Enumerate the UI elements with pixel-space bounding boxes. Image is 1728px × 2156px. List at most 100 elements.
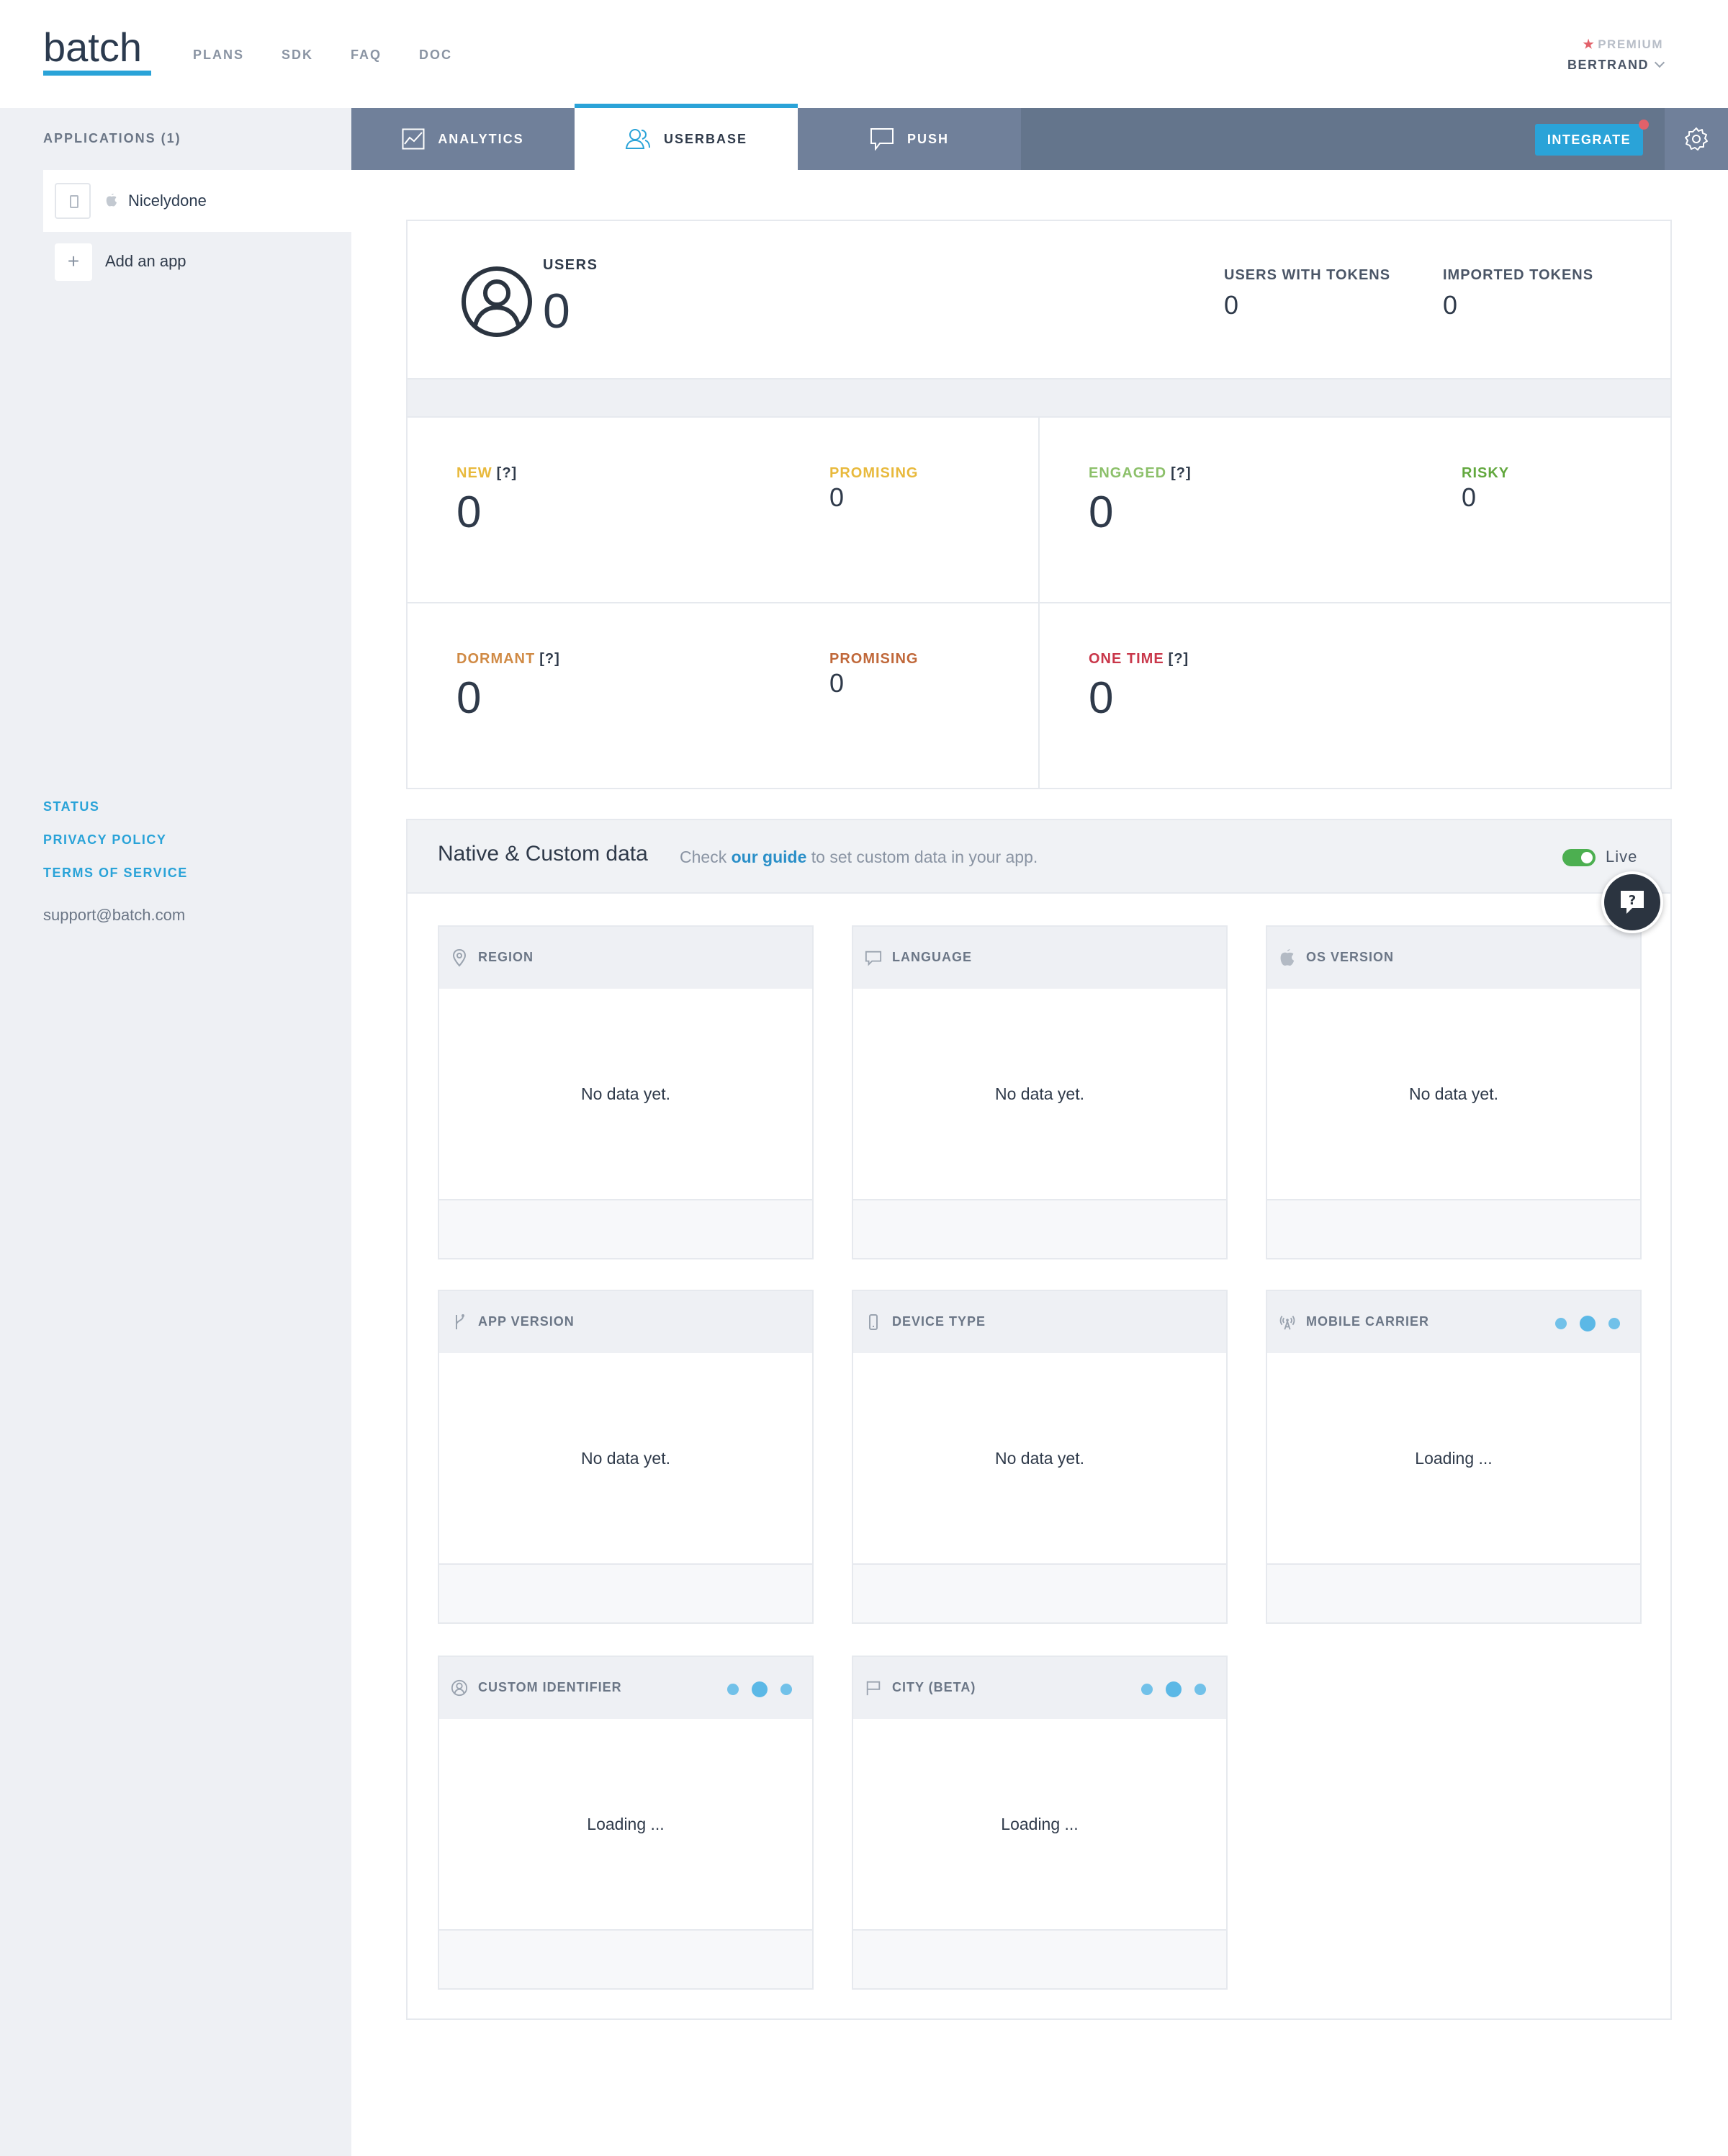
segment-new-label: NEW [?]: [456, 465, 517, 482]
username-label: BERTRAND: [1567, 58, 1649, 72]
segment-dormant-promising-label: PROMISING: [829, 651, 919, 667]
native-custom-data-card: Native & Custom data Check our guide to …: [406, 819, 1672, 2020]
nav-plans[interactable]: PLANS: [193, 48, 244, 63]
loading-dot: [752, 1681, 768, 1697]
chevron-down-icon: [1654, 57, 1665, 68]
flag-icon: [866, 1681, 881, 1696]
segment-dormant-value: 0: [456, 673, 482, 723]
plus-icon: +: [67, 250, 80, 272]
help-link[interactable]: [?]: [497, 465, 518, 481]
antenna-icon: [1279, 1316, 1295, 1330]
subtitle-suffix: to set custom data in your app.: [811, 848, 1038, 866]
panel-footer: [853, 1929, 1226, 1988]
panel-os-version: OS VERSION No data yet.: [1266, 925, 1642, 1259]
panel-header: OS VERSION: [1267, 927, 1640, 989]
top-header: batch PLANS SDK FAQ DOC ★ PREMIUM BERTRAN…: [0, 0, 1728, 108]
imported-tokens-label: IMPORTED TOKENS: [1443, 267, 1594, 283]
loading-dot: [1166, 1681, 1182, 1697]
support-email[interactable]: support@batch.com: [43, 906, 185, 925]
status-link[interactable]: STATUS: [43, 799, 188, 814]
integrate-button[interactable]: INTEGRATE: [1535, 124, 1643, 156]
new-label-text: NEW: [456, 465, 492, 481]
tab-analytics[interactable]: ANALYTICS: [351, 108, 575, 170]
terms-of-service-link[interactable]: TERMS OF SERVICE: [43, 866, 188, 881]
native-data-subtitle: Check our guide to set custom data in yo…: [680, 848, 1038, 867]
sidebar-item-app[interactable]: Nicelydone: [43, 170, 351, 232]
loading-indicator: [727, 1681, 792, 1697]
pin-icon: [452, 948, 467, 967]
loading-dot: [1580, 1316, 1596, 1331]
add-app-label[interactable]: Add an app: [105, 252, 186, 271]
question-bubble-icon: ?: [1621, 891, 1644, 914]
batch-logo[interactable]: batch: [43, 24, 142, 71]
settings-button[interactable]: [1665, 108, 1728, 170]
tab-push-label: PUSH: [906, 131, 949, 146]
top-nav: PLANS SDK FAQ DOC: [193, 48, 490, 63]
phone-icon: [70, 195, 78, 208]
panel-body: No data yet.: [580, 1084, 671, 1103]
segment-engaged: ENGAGED [?] 0 RISKY 0: [1040, 418, 1672, 603]
users-count: 0: [543, 284, 570, 338]
segment-new-value: 0: [456, 488, 482, 537]
panel-title: OS VERSION: [1306, 950, 1395, 964]
users-with-tokens-count: 0: [1224, 290, 1239, 320]
user-circle-icon: [462, 266, 532, 337]
nav-faq[interactable]: FAQ: [351, 48, 382, 63]
segment-promising-value: 0: [829, 482, 845, 512]
privacy-policy-link[interactable]: PRIVACY POLICY: [43, 832, 188, 848]
nav-doc[interactable]: DOC: [419, 48, 452, 63]
segment-one-time-value: 0: [1089, 673, 1114, 723]
gear-icon: [1685, 127, 1708, 151]
our-guide-link[interactable]: our guide: [732, 848, 807, 866]
panel-custom-identifier: CUSTOM IDENTIFIER Loading ...: [438, 1656, 814, 1990]
username[interactable]: BERTRAND: [1567, 57, 1665, 73]
one-time-label-text: ONE TIME: [1089, 651, 1164, 667]
tab-userbase-label: USERBASE: [663, 131, 748, 146]
star-icon: ★: [1583, 37, 1596, 51]
engaged-label-text: ENGAGED: [1089, 465, 1167, 481]
segment-one-time-label: ONE TIME [?]: [1089, 651, 1189, 668]
loading-dot: [1141, 1684, 1153, 1695]
native-data-title: Native & Custom data: [438, 842, 648, 866]
help-chat-button[interactable]: ?: [1601, 871, 1663, 933]
panel-header: MOBILE CARRIER: [1267, 1291, 1640, 1353]
help-link[interactable]: [?]: [1169, 651, 1189, 667]
help-link[interactable]: [?]: [1171, 465, 1192, 481]
panel-title: LANGUAGE: [892, 950, 972, 964]
svg-text:?: ?: [1629, 893, 1636, 908]
help-link[interactable]: [?]: [539, 651, 560, 667]
tab-push[interactable]: PUSH: [798, 108, 1021, 170]
panel-footer: [439, 1929, 812, 1988]
users-summary-card: USERS 0 USERS WITH TOKENS 0 IMPORTED TOK…: [406, 220, 1672, 379]
panel-city: CITY (BETA) Loading ...: [852, 1656, 1228, 1990]
person-icon: [451, 1679, 468, 1697]
segments-grid: NEW [?] 0 PROMISING 0 ENGAGED [?] 0 RISKY …: [406, 416, 1672, 789]
panel-footer: [1267, 1199, 1640, 1258]
segment-new: NEW [?] 0 PROMISING 0: [408, 418, 1040, 603]
panel-mobile-carrier: MOBILE CARRIER Loading ...: [1266, 1290, 1642, 1624]
section-tabbar: ANALYTICS USERBASE PUSH INTEGRATE: [351, 104, 1728, 170]
users-with-tokens-label: USERS WITH TOKENS: [1224, 267, 1391, 283]
branch-icon: [456, 1314, 464, 1329]
apple-icon: [1280, 949, 1295, 966]
live-toggle[interactable]: [1562, 849, 1596, 866]
toggle-knob: [1581, 852, 1593, 863]
panel-footer: [1267, 1563, 1640, 1622]
plan-label: PREMIUM: [1598, 37, 1663, 51]
account-menu[interactable]: ★ PREMIUM BERTRAND: [1567, 37, 1665, 73]
tab-userbase[interactable]: USERBASE: [575, 104, 798, 170]
panel-title: REGION: [478, 950, 534, 964]
segment-dormant-promising-value: 0: [829, 668, 845, 698]
nav-sdk[interactable]: SDK: [282, 48, 313, 63]
panel-body: No data yet.: [994, 1448, 1085, 1468]
panel-header: LANGUAGE: [853, 927, 1226, 989]
loading-dot: [727, 1684, 739, 1695]
live-label: Live: [1606, 848, 1638, 866]
users-label: USERS: [543, 257, 598, 273]
panel-language: LANGUAGE No data yet.: [852, 925, 1228, 1259]
panel-body: Loading ...: [1415, 1448, 1493, 1468]
panel-header: DEVICE TYPE: [853, 1291, 1226, 1353]
add-app-button[interactable]: +: [55, 243, 92, 281]
segment-risky-label: RISKY: [1462, 465, 1510, 481]
panel-header: REGION: [439, 927, 812, 989]
